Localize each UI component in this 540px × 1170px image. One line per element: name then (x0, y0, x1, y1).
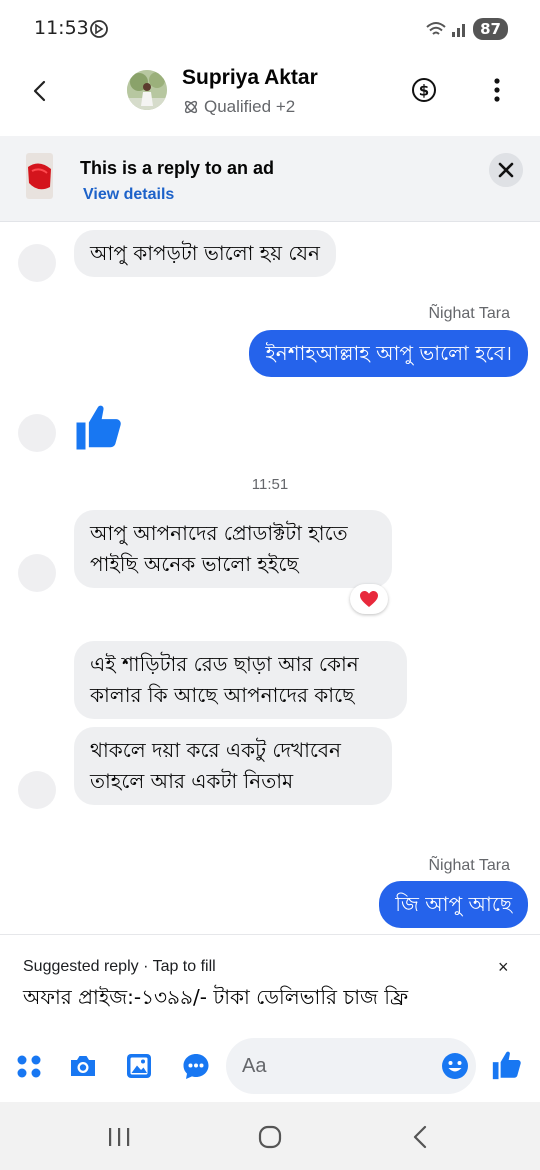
dollar-icon[interactable]: $ (411, 77, 437, 103)
qualified-icon (184, 100, 198, 114)
more-icon[interactable] (488, 76, 506, 104)
sender-avatar (18, 414, 56, 452)
signal-icon (452, 24, 466, 37)
contact-subtitle-text: Qualified +2 (204, 97, 296, 116)
menu-icon[interactable] (14, 1051, 44, 1081)
message-bubble-outgoing[interactable]: জি আপু আছে (379, 881, 528, 928)
image-icon[interactable] (124, 1051, 154, 1081)
sender-avatar (18, 244, 56, 282)
status-bar: 11:53 87 (0, 0, 540, 58)
timestamp: 11:51 (251, 476, 289, 493)
contact-subtitle: Qualified +2 (182, 97, 295, 117)
suggested-reply-text[interactable]: অফার প্রাইজ:-১৩৯৯/- টাকা ডেলিভারি চাজ ফ্… (23, 983, 408, 1016)
suggested-reply-label: Suggested reply · Tap to fill (23, 958, 216, 975)
sender-avatar (18, 554, 56, 592)
reaction-badge[interactable] (350, 584, 388, 614)
status-icons: 87 (425, 18, 508, 40)
battery-indicator: 87 (473, 18, 508, 40)
message-bubble-incoming[interactable]: আপু আপনাদের প্রোডাক্টটা হাতে পাইছি অনেক … (74, 510, 392, 588)
sticker-icon[interactable] (181, 1051, 211, 1081)
camera-icon[interactable] (68, 1051, 98, 1081)
message-input[interactable] (226, 1038, 476, 1094)
ad-thumbnail[interactable] (26, 153, 53, 199)
emoji-icon[interactable] (441, 1052, 469, 1080)
recent-apps-icon[interactable] (104, 1122, 134, 1152)
suggested-reply-panel: Suggested reply · Tap to fill × অফার প্র… (0, 934, 540, 1026)
wifi-icon (426, 22, 446, 35)
ad-banner-title: This is a reply to an ad (80, 158, 275, 178)
close-icon[interactable] (489, 153, 523, 187)
conversation-header: Supriya Aktar Qualified +2 $ (0, 58, 540, 136)
home-icon[interactable] (255, 1122, 285, 1152)
like-icon[interactable] (490, 1048, 524, 1082)
heart-icon (360, 591, 378, 607)
sender-name: Ñighat Tara (428, 305, 510, 322)
system-nav-bar (0, 1102, 540, 1170)
status-time: 11:53 (34, 17, 89, 39)
view-details-link[interactable]: View details (83, 186, 174, 204)
system-back-icon[interactable] (406, 1122, 436, 1152)
ad-reply-banner: This is a reply to an ad View details (0, 136, 540, 222)
contact-name[interactable]: Supriya Aktar (182, 66, 318, 90)
svg-text:$: $ (419, 82, 429, 100)
sender-avatar (18, 771, 56, 809)
avatar[interactable] (127, 70, 167, 110)
message-bubble-incoming[interactable]: থাকলে দয়া করে একটু দেখাবেন তাহলে আর একট… (74, 727, 392, 805)
message-composer (0, 1026, 540, 1102)
message-bubble-incoming[interactable]: আপু কাপড়টা ভালো হয় যেন (74, 230, 336, 277)
suggested-reply-close-button[interactable]: × (498, 957, 509, 978)
dnd-icon (90, 20, 108, 38)
message-bubble-outgoing[interactable]: ইনশাহআল্লাহ আপু ভালো হবে। (249, 330, 528, 377)
sender-name: Ñighat Tara (428, 857, 510, 874)
like-icon[interactable] (72, 400, 126, 454)
message-bubble-incoming[interactable]: এই শাড়িটার রেড ছাড়া আর কোন কালার কি আছ… (74, 641, 407, 719)
back-icon[interactable] (28, 78, 54, 104)
